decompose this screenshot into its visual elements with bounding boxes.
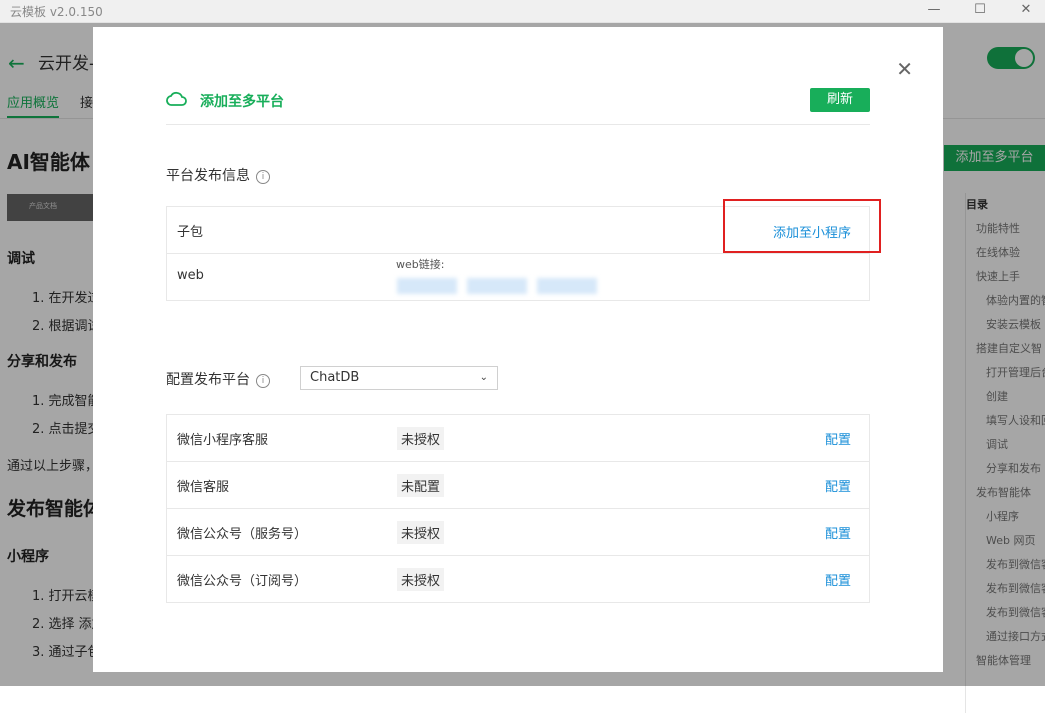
minimize-button[interactable]: — [924,1,944,19]
highlight-box [723,199,881,253]
info-icon[interactable]: i [256,374,270,388]
row-name: web [177,268,204,283]
status-badge: 未授权 [397,568,445,591]
info-icon[interactable]: i [256,170,270,184]
table-row: 微信小程序客服 未授权 配置 [167,415,869,462]
table-row: 微信客服 未配置 配置 [167,462,869,509]
publish-info-section-title: 平台发布信息 i [166,165,270,185]
chevron-down-icon: ⌄ [479,372,488,383]
platform-select[interactable]: ChatDB ⌄ [300,366,498,390]
configure-link[interactable]: 配置 [825,429,851,448]
web-link-label: web链接: [396,258,445,271]
table-row: 微信公众号（订阅号） 未授权 配置 [167,556,869,602]
maximize-button[interactable]: ☐ [970,1,990,19]
add-to-platforms-dialog: ✕ 添加至多平台 刷新 平台发布信息 i 子包 添加至小程序 web web链接:… [93,27,943,672]
status-badge: 未配置 [397,474,445,497]
close-window-button[interactable]: ✕ [1016,1,1036,19]
window-titlebar: 云模板 v2.0.150 — ☐ ✕ [0,0,1045,23]
configure-link[interactable]: 配置 [825,523,851,542]
dialog-title: 添加至多平台 [200,94,284,110]
platform-name: 微信客服 [177,480,230,495]
configure-link[interactable]: 配置 [825,570,851,589]
table-row: 微信公众号（服务号） 未授权 配置 [167,509,869,556]
close-icon[interactable]: ✕ [896,59,913,79]
status-badge: 未授权 [397,427,445,450]
platform-name: 微信公众号（服务号） [177,527,308,542]
redacted-link [537,278,597,294]
app-title: 云模板 v2.0.150 [10,5,103,19]
status-badge: 未授权 [397,521,445,544]
platform-name: 微信小程序客服 [177,433,269,448]
cloud-icon [166,91,187,106]
platform-name: 微信公众号（订阅号） [177,574,308,589]
redacted-link [397,278,457,294]
dialog-header: 添加至多平台 刷新 [166,87,870,125]
row-name: 子包 [177,225,204,240]
redacted-link [467,278,527,294]
config-section-title: 配置发布平台 i [166,369,270,389]
configure-link[interactable]: 配置 [825,476,851,495]
refresh-button[interactable]: 刷新 [810,88,870,112]
platform-config-table: 微信小程序客服 未授权 配置 微信客服 未配置 配置 微信公众号（服务号） 未授… [166,414,870,603]
table-row: web web链接: [167,254,869,300]
